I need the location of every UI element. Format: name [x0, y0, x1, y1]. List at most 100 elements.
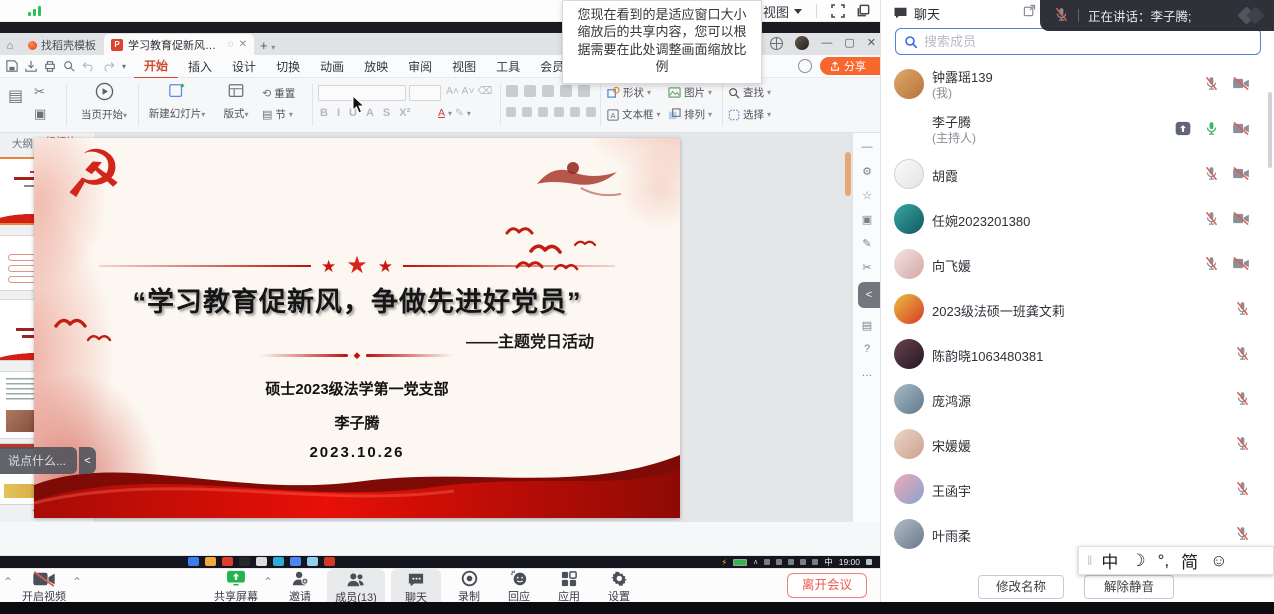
menu-item-4[interactable]: 动画: [310, 55, 354, 78]
slide-title[interactable]: “学习教育促新风，争做先进好党员”: [34, 280, 680, 319]
menu-item-6[interactable]: 审阅: [398, 55, 442, 78]
menu-item-8[interactable]: 工具: [486, 55, 530, 78]
share-screen-button[interactable]: 共享屏幕: [208, 570, 264, 604]
font-color-buttons[interactable]: A▾ ✎▾: [438, 107, 471, 119]
preview-icon[interactable]: [63, 60, 75, 72]
account-avatar[interactable]: [795, 36, 809, 50]
textbox-button[interactable]: A 文本框▾: [607, 107, 661, 122]
taskbar-app-icon[interactable]: [222, 557, 233, 566]
taskbar-app-icon[interactable]: [239, 557, 250, 566]
new-slide-button[interactable]: 新建幻灯片▾: [144, 82, 210, 121]
cut-icon[interactable]: ✂: [853, 261, 880, 274]
leave-meeting-button[interactable]: 离开会议: [787, 573, 867, 598]
slide-canvas[interactable]: ☭ ★★★: [34, 138, 680, 518]
ime-item-2[interactable]: °,: [1158, 551, 1170, 571]
star-icon[interactable]: ☆: [853, 189, 880, 202]
ime-item-1[interactable]: ☽: [1130, 551, 1145, 571]
cloud-sync-icon[interactable]: [798, 59, 812, 73]
tab-close-icon[interactable]: ✕: [239, 39, 247, 50]
view-dropdown-button[interactable]: 视图: [763, 2, 802, 20]
taskbar-app-icon[interactable]: [256, 557, 267, 566]
ime-item-4[interactable]: ☺: [1210, 551, 1227, 571]
member-row[interactable]: 2023级法硕一班龚文莉: [881, 287, 1274, 332]
font-size-box[interactable]: [409, 85, 441, 101]
slide-department[interactable]: 硕士2023级法学第一党支部: [34, 378, 680, 399]
align-buttons[interactable]: [506, 107, 599, 117]
save-icon[interactable]: [6, 60, 18, 72]
ime-item-0[interactable]: 中: [1101, 548, 1118, 573]
slide-presenter[interactable]: 李子腾: [34, 412, 680, 433]
menu-item-3[interactable]: 切换: [266, 55, 310, 78]
maximize-button[interactable]: ▢: [844, 38, 854, 49]
output-icon[interactable]: [25, 60, 37, 72]
chat-bubble-expand-handle[interactable]: <: [79, 447, 96, 474]
member-row[interactable]: 胡霞: [881, 152, 1274, 197]
member-row[interactable]: 任婉2023201380: [881, 197, 1274, 242]
wps-share-button[interactable]: 分享: [820, 57, 880, 75]
picture-button[interactable]: 图片▾: [668, 85, 712, 100]
layout-button[interactable]: 版式▾: [214, 82, 258, 121]
menu-item-7[interactable]: 视图: [442, 55, 486, 78]
close-button[interactable]: ✕: [867, 38, 876, 49]
font-btn-5[interactable]: X²: [399, 107, 410, 119]
reactions-button[interactable]: 回应: [491, 570, 547, 604]
copy-button[interactable]: ▣: [34, 106, 46, 122]
new-tab-button[interactable]: + ▾: [260, 38, 275, 55]
help-icon[interactable]: ?: [853, 343, 880, 355]
menu-item-2[interactable]: 设计: [222, 55, 266, 78]
tab-active-presentation[interactable]: P 学习教育促新风，争做先进好… ◌ ✕: [104, 34, 254, 55]
panel-scrollbar[interactable]: [1268, 92, 1272, 168]
floating-panel-collapse-handle[interactable]: <: [858, 282, 880, 308]
menu-item-1[interactable]: 插入: [178, 55, 222, 78]
taskbar-app-icon[interactable]: [324, 557, 335, 566]
cut-button[interactable]: ✂: [34, 84, 45, 100]
record-button[interactable]: 录制: [441, 570, 497, 604]
taskbar-app-icon[interactable]: [188, 557, 199, 566]
fullscreen-icon[interactable]: [830, 3, 847, 19]
font-grow-shrink[interactable]: A˄ A˅ ⌫: [446, 85, 492, 97]
play-from-current-button[interactable]: 当页开始▾: [74, 82, 134, 122]
slide-subtitle[interactable]: ——主题党日活动: [466, 328, 594, 352]
unmute-button[interactable]: 解除静音: [1084, 575, 1174, 599]
list-buttons[interactable]: [506, 85, 593, 97]
member-row[interactable]: 李子腾(主持人): [881, 107, 1274, 152]
menu-item-0[interactable]: 开始: [134, 54, 178, 79]
member-row[interactable]: 宋媛媛: [881, 422, 1274, 467]
pane-tab-outline[interactable]: 大纲: [12, 136, 33, 151]
ime-toolbar[interactable]: ‖ 中 ☽ °, 简 ☺: [1078, 546, 1274, 575]
ime-drag-handle[interactable]: ‖: [1087, 553, 1090, 568]
reset-button[interactable]: ⟲重置: [262, 86, 295, 101]
taskbar-app-icon[interactable]: [307, 557, 318, 566]
font-btn-3[interactable]: A: [366, 107, 374, 119]
globe-icon[interactable]: [770, 37, 783, 50]
toggle-video-button[interactable]: 开启视频: [16, 570, 72, 604]
menu-item-5[interactable]: 放映: [354, 55, 398, 78]
ime-item-3[interactable]: 简: [1181, 548, 1198, 573]
member-row[interactable]: 王函宇: [881, 467, 1274, 512]
taskbar-app-icon[interactable]: [205, 557, 216, 566]
collapse-icon[interactable]: —: [853, 141, 880, 153]
rename-button[interactable]: 修改名称: [978, 575, 1064, 599]
window-mode-icon[interactable]: [856, 3, 873, 19]
tab-docer-templates[interactable]: 找稻壳模板: [20, 35, 104, 55]
copy-icon[interactable]: ▣: [853, 213, 880, 226]
print-icon[interactable]: [44, 60, 56, 72]
member-row[interactable]: 向飞媛: [881, 242, 1274, 287]
minimize-button[interactable]: —: [821, 38, 832, 49]
member-search-input[interactable]: [924, 34, 1252, 49]
properties-icon[interactable]: ⚙: [853, 165, 880, 178]
more-icon[interactable]: …: [853, 367, 880, 379]
edit-icon[interactable]: ✎: [853, 237, 880, 250]
member-search-box[interactable]: [895, 28, 1261, 55]
taskbar-app-icon[interactable]: [273, 557, 284, 566]
apps-button[interactable]: 应用: [541, 570, 597, 604]
home-icon[interactable]: ⌂: [0, 40, 20, 55]
font-btn-1[interactable]: I: [337, 107, 340, 119]
chevron-down-icon[interactable]: ▾: [122, 62, 126, 71]
section-button[interactable]: ▤节▾: [262, 107, 293, 122]
taskbar-app-icon[interactable]: [290, 557, 301, 566]
video-options-caret[interactable]: ⌃: [72, 575, 82, 589]
quick-chat-bubble[interactable]: 说点什么...: [0, 447, 77, 474]
member-row[interactable]: 钟露瑶139(我): [881, 62, 1274, 107]
slide-scrollbar[interactable]: [845, 138, 851, 515]
